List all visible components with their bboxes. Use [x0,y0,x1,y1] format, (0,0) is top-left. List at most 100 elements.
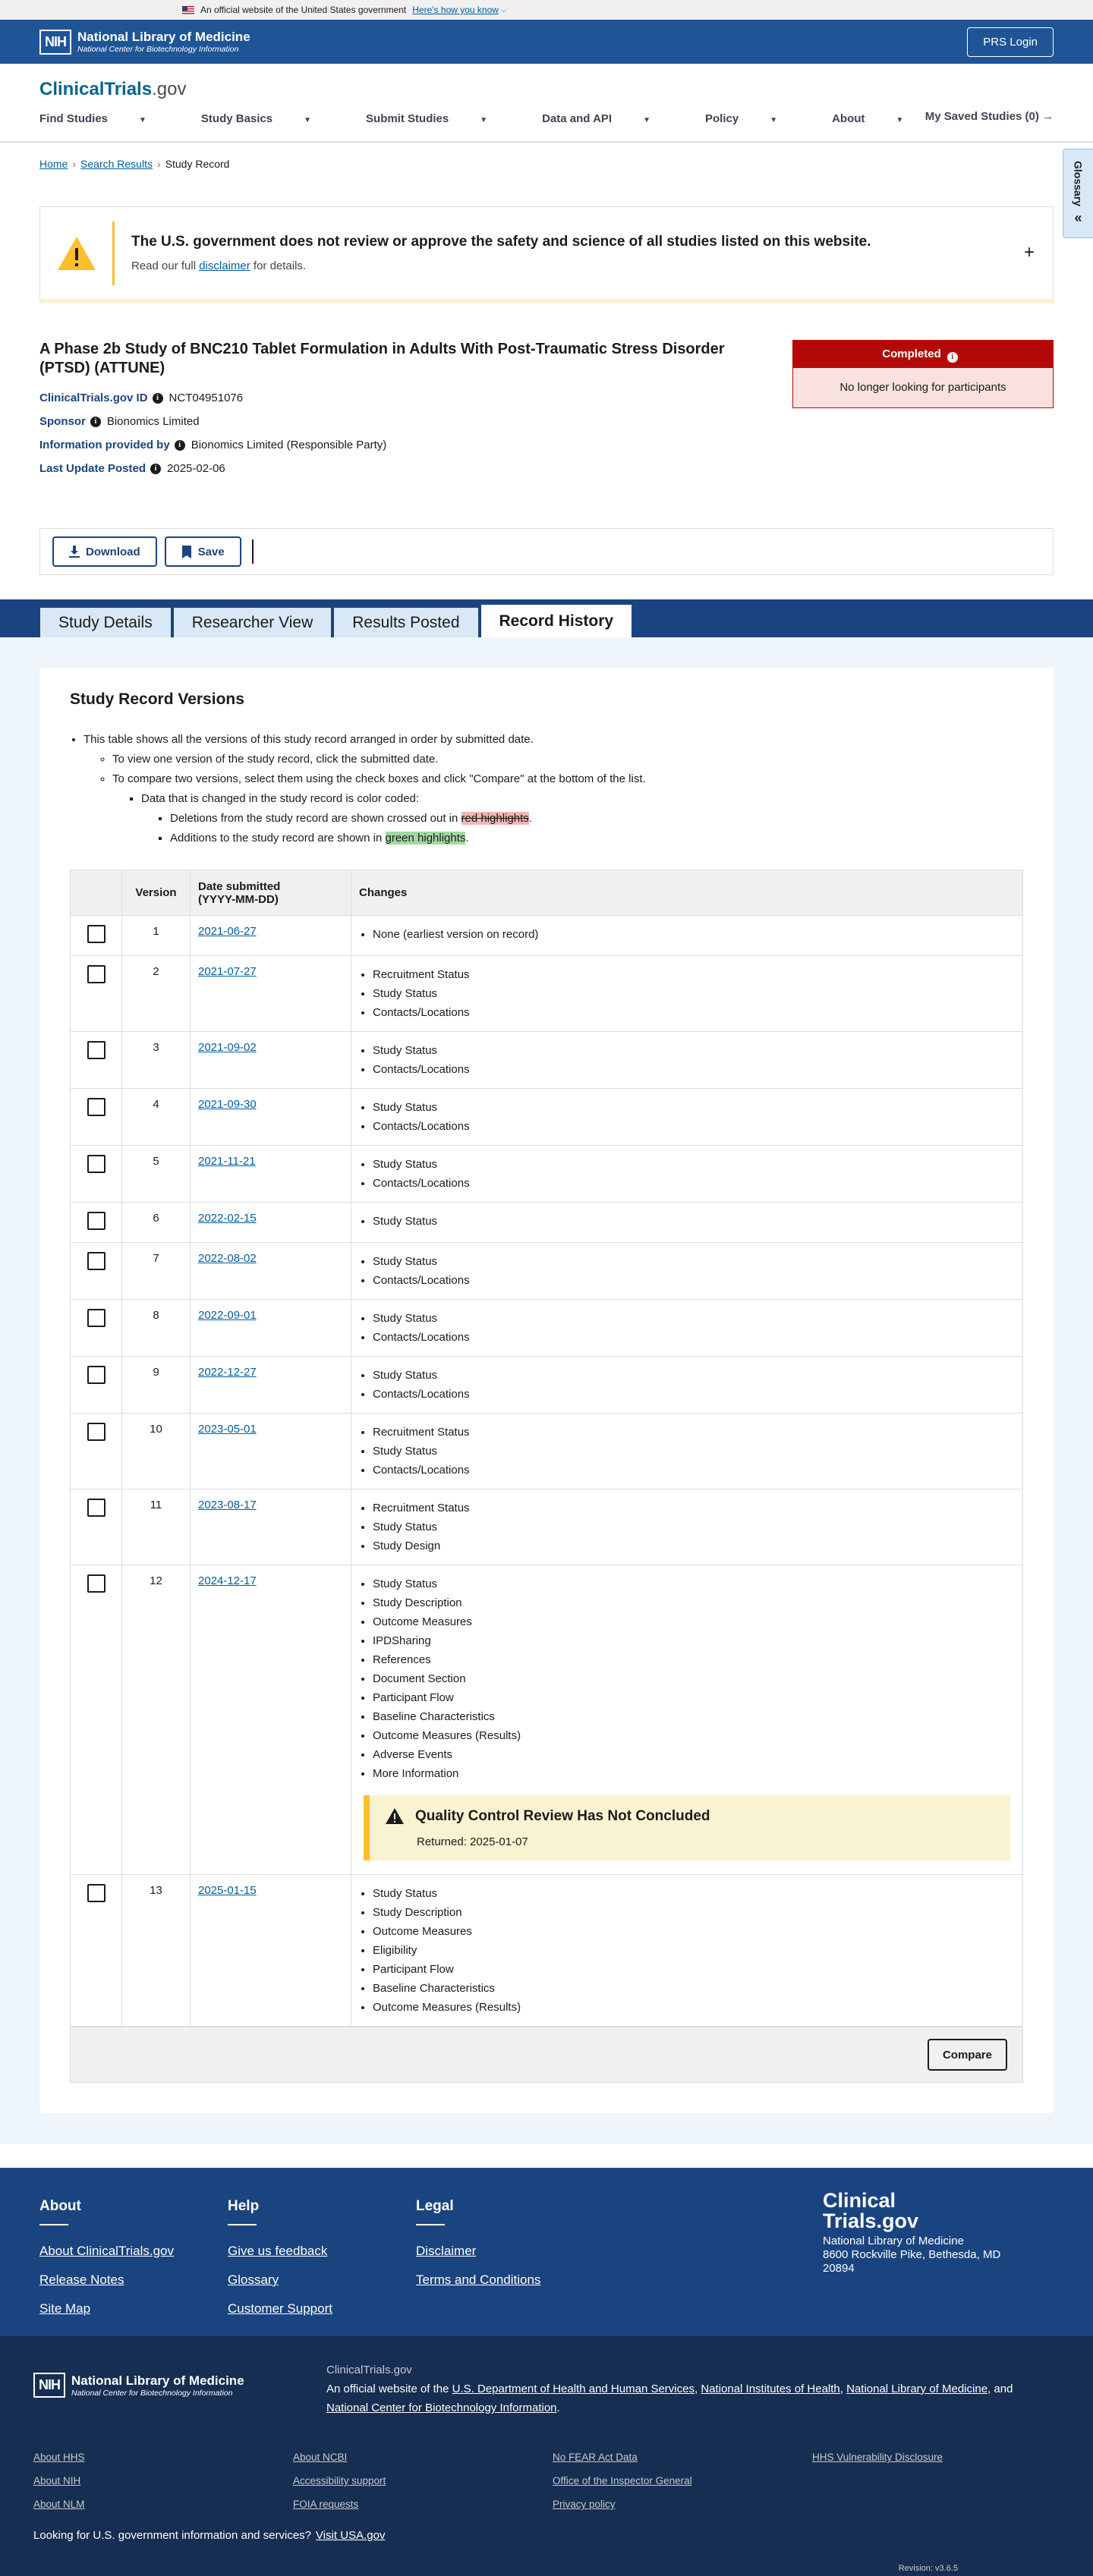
clinicaltrials-logo[interactable]: ClinicalTrials.gov [39,64,1054,100]
footer-link[interactable]: Customer Support [228,2301,332,2317]
change-item: Study Status [373,1442,1015,1461]
version-checkbox[interactable] [87,1423,106,1441]
info-icon[interactable]: i [150,463,162,474]
instr-intro-text: This table shows all the versions of thi… [83,733,534,746]
footer-link[interactable]: Disclaimer [416,2244,540,2259]
nih-link[interactable]: National Institutes of Health [701,2383,839,2395]
usa-gov-link[interactable]: Visit USA.gov [316,2529,385,2542]
date-cell: 2021-06-27 [190,915,351,956]
footer-link[interactable]: Site Map [39,2301,174,2317]
glossary-tab[interactable]: Glossary « [1063,149,1093,238]
footer-link[interactable]: Release Notes [39,2272,174,2288]
submitted-date-link[interactable]: 2025-01-15 [198,1884,257,1897]
version-number: 11 [121,1489,191,1565]
changes-list: Study StatusContacts/Locations [359,1041,1015,1079]
footer-link[interactable]: Give us feedback [228,2244,332,2259]
version-checkbox[interactable] [87,1884,106,1902]
version-number: 5 [121,1145,191,1203]
submitted-date-link[interactable]: 2021-09-02 [198,1041,257,1054]
footer-link[interactable]: HHS Vulnerability Disclosure [812,2452,943,2463]
version-checkbox[interactable] [87,1252,106,1270]
version-checkbox[interactable] [87,1366,106,1384]
submitted-date-link[interactable]: 2022-08-02 [198,1252,257,1265]
footer-link[interactable]: Accessibility support [293,2475,386,2486]
tab-study-details[interactable]: Study Details [39,607,172,637]
submitted-date-link[interactable]: 2021-07-27 [198,965,257,978]
footer-link[interactable]: Privacy policy [553,2499,692,2510]
table-header-row: Version Date submitted (YYYY-MM-DD) Chang… [70,870,1023,916]
saved-studies-label: My Saved Studies (0) [924,110,1039,123]
nav-policy[interactable]: Policy ▼ [705,112,805,125]
tab-results-posted[interactable]: Results Posted [333,607,479,637]
nlm-footer-logo[interactable]: NIH National Library of Medicine Nationa… [33,2373,244,2398]
footer-logo-text[interactable]: Clinical Trials.gov [823,2191,1025,2232]
save-button[interactable]: Save [164,536,241,567]
info-icon[interactable]: i [90,416,101,427]
submitted-date-link[interactable]: 2023-08-17 [198,1499,257,1511]
nih-logo-icon: NIH [33,2373,65,2398]
download-button[interactable]: Download [52,536,157,567]
tab-researcher-view[interactable]: Researcher View [172,607,332,637]
nav-find-studies[interactable]: Find Studies ▼ [39,112,174,125]
submitted-date-link[interactable]: 2024-12-17 [198,1574,257,1587]
nav-study-basics[interactable]: Study Basics ▼ [201,112,339,125]
nlm-link[interactable]: National Library of Medicine [846,2383,987,2395]
changes-cell: Study StatusContacts/Locations [351,1031,1023,1089]
version-checkbox[interactable] [87,1098,106,1116]
change-item: Participant Flow [373,1960,1015,1979]
version-checkbox[interactable] [87,1499,106,1517]
version-checkbox[interactable] [87,1574,106,1593]
info-icon[interactable]: i [947,352,958,363]
change-item: Baseline Characteristics [373,1707,1015,1726]
footer-link[interactable]: Terms and Conditions [416,2272,540,2288]
footer-link[interactable]: About NCBI [293,2452,386,2463]
footer-link[interactable]: Office of the Inspector General [553,2475,692,2486]
info-icon[interactable]: i [174,439,185,451]
footer-link[interactable]: About NLM [33,2499,85,2510]
expand-plus-icon[interactable]: + [1024,242,1035,263]
footer-link[interactable]: FOIA requests [293,2499,386,2510]
gov-banner: An official website of the United States… [0,0,1093,20]
version-checkbox[interactable] [87,925,106,943]
footer-link[interactable]: About HHS [33,2452,85,2463]
footer-link[interactable]: About NIH [33,2475,85,2486]
hhs-link[interactable]: U.S. Department of Health and Human Serv… [452,2383,695,2395]
select-cell [70,1202,122,1243]
version-checkbox[interactable] [87,1041,106,1059]
provided-label: Information provided by [39,439,170,451]
footer-link[interactable]: No FEAR Act Data [553,2452,692,2463]
version-checkbox[interactable] [87,1309,106,1327]
select-cell [70,1145,122,1203]
nlm-logo[interactable]: NIH National Library of Medicine Nationa… [39,29,250,55]
prs-login-button[interactable]: PRS Login [967,27,1054,57]
disclaimer-link[interactable]: disclaimer [199,259,250,272]
version-checkbox[interactable] [87,965,106,983]
change-item: Study Status [373,1574,1015,1593]
saved-studies-link[interactable]: My Saved Studies (0) → [925,110,1054,123]
nav-about[interactable]: About ▼ [832,112,931,125]
ncbi-link[interactable]: National Center for Biotechnology Inform… [326,2401,557,2414]
breadcrumb-search-results[interactable]: Search Results [80,158,153,170]
usa-gov-line: Looking for U.S. government information … [33,2529,385,2542]
compare-button[interactable]: Compare [927,2039,1007,2071]
version-checkbox[interactable] [87,1155,106,1173]
info-icon[interactable]: i [152,392,163,404]
submitted-date-link[interactable]: 2021-11-21 [198,1155,256,1168]
submitted-date-link[interactable]: 2021-06-27 [198,925,257,938]
submitted-date-link[interactable]: 2023-05-01 [198,1423,257,1436]
heres-how-you-know-link[interactable]: Here's how you know [412,5,499,15]
tab-record-history[interactable]: Record History [480,604,633,637]
version-checkbox[interactable] [87,1212,106,1230]
submitted-date-link[interactable]: 2021-09-30 [198,1098,257,1111]
alert-text-post: for details. [250,259,307,272]
save-label: Save [197,545,225,558]
submitted-date-link[interactable]: 2022-12-27 [198,1366,257,1379]
submitted-date-link[interactable]: 2022-09-01 [198,1309,257,1322]
submitted-date-link[interactable]: 2022-02-15 [198,1212,257,1225]
breadcrumb-home[interactable]: Home [39,158,68,170]
nav-data-api[interactable]: Data and API ▼ [542,112,678,125]
nav-submit-studies[interactable]: Submit Studies ▼ [366,112,515,125]
footer-link[interactable]: Glossary [228,2272,332,2288]
versions-heading: Study Record Versions [70,690,244,708]
footer-link[interactable]: About ClinicalTrials.gov [39,2244,174,2259]
